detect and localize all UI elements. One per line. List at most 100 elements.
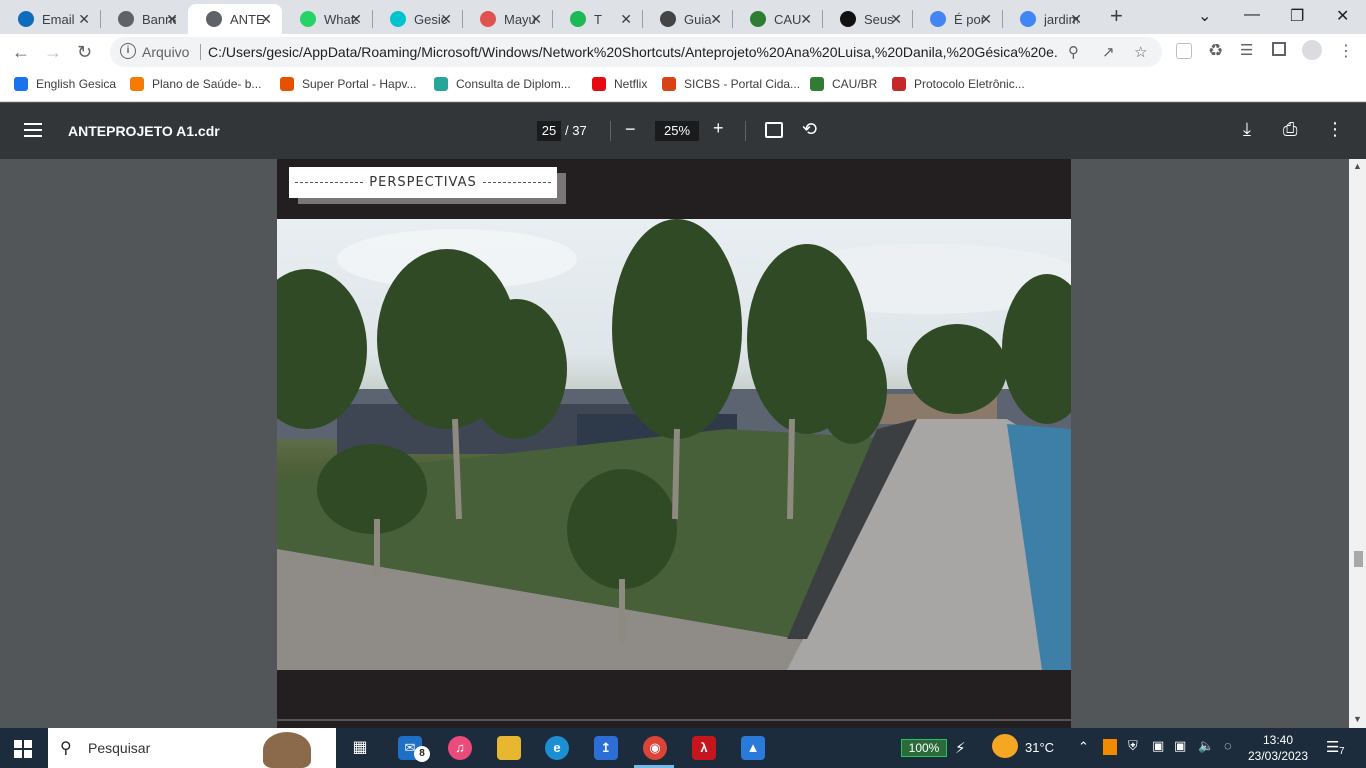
bookmark-item[interactable]: Super Portal - Hapv... [280,77,417,91]
print-icon[interactable]: ⎙ [1283,119,1297,140]
chrome-icon[interactable]: ◉ [643,736,667,760]
zoom-magnifier-icon[interactable]: ⚲ [1068,43,1079,61]
page-number-input[interactable]: 25 [537,121,561,141]
scroll-up-icon[interactable]: ▲ [1353,161,1362,171]
itunes-icon[interactable]: ♫ [448,736,472,760]
browser-tab[interactable]: Seus ✕ [822,4,912,34]
bookmark-item[interactable]: Netflix [592,77,647,91]
info-icon[interactable]: i [120,43,136,59]
share-icon[interactable]: ↗ [1102,43,1115,61]
show-hidden-icons-icon[interactable]: ⌃ [1078,739,1089,755]
bookmark-item[interactable]: Plano de Saúde- b... [130,77,261,91]
file-explorer-icon[interactable] [497,736,521,760]
vertical-scrollbar[interactable]: ▲ ▼ [1349,159,1366,728]
browser-tab[interactable]: Guia ✕ [642,4,732,34]
kebab-menu-icon[interactable]: ⋮ [1338,41,1354,61]
sketchup-icon[interactable]: ↥ [594,736,618,760]
close-window-icon[interactable]: ✕ [1336,6,1349,26]
bookmark-item[interactable]: CAU/BR [810,77,877,91]
browser-tab[interactable]: WhatsApp✕ [282,4,372,34]
bookmark-item[interactable]: Consulta de Diplom... [434,77,571,91]
power-plug-icon[interactable]: ⚡ [955,739,966,757]
new-tab-button[interactable]: + [1110,5,1130,27]
app-tray-icon[interactable] [1103,739,1117,755]
camera-icon[interactable]: ▣ [1152,738,1164,754]
hamburger-menu-icon[interactable] [24,123,42,137]
acrobat-icon[interactable]: λ [692,736,716,760]
browser-tab[interactable]: T ✕ [552,4,642,34]
system-clock[interactable]: 13:40 23/03/2023 [1244,732,1312,764]
bookmark-label: English Gesica [36,77,117,91]
maximize-icon[interactable]: ❐ [1290,6,1304,26]
close-tab-icon[interactable]: ✕ [710,11,722,28]
zoom-out-icon[interactable]: − [625,119,636,140]
forward-icon[interactable]: → [44,42,62,63]
zoom-in-icon[interactable]: + [713,118,724,139]
tab-search-icon[interactable]: ⌄ [1198,6,1211,26]
taskbar-search-box[interactable]: ⚲ Pesquisar [48,728,336,768]
bookmark-item[interactable]: SICBS - Portal Cida... [662,77,800,91]
more-actions-icon[interactable]: ⋮ [1326,119,1344,140]
wifi-icon[interactable]: ◌ [1224,738,1232,753]
close-tab-icon[interactable]: ✕ [440,11,452,28]
browser-tab[interactable]: CAU ✕ [732,4,822,34]
media-queue-icon[interactable]: ☰ [1240,41,1253,59]
close-tab-icon[interactable]: ✕ [260,11,272,28]
photos-icon[interactable]: ▲ [741,736,765,760]
bookmark-star-icon[interactable]: ☆ [1134,43,1147,61]
browser-tab[interactable]: Mayu ✕ [462,4,552,34]
bookmark-label: Consulta de Diplom... [456,77,571,91]
zoom-input[interactable]: 25% [655,121,699,141]
browser-tab[interactable]: É por ✕ [912,4,1002,34]
tab-title: Email [42,11,75,27]
dots-icon [892,77,906,91]
browser-tab[interactable]: Gesica✕ [372,4,462,34]
back-icon[interactable]: ← [12,42,30,63]
bookmark-label: SICBS - Portal Cida... [684,77,801,91]
download-icon[interactable]: ⤓ [1243,119,1251,140]
close-tab-icon[interactable]: ✕ [1070,11,1082,28]
task-view-icon[interactable]: ▦ [348,736,372,760]
notifications-icon[interactable]: ☰ [1326,738,1339,756]
browser-tab[interactable]: Banner✕ [100,4,188,34]
bookmark-label: Netflix [614,77,648,91]
weather-icon[interactable] [992,734,1018,758]
google-icon [1020,11,1036,27]
profile-avatar-icon[interactable] [1302,40,1322,60]
close-tab-icon[interactable]: ✕ [350,11,362,28]
fit-to-page-icon[interactable] [765,122,783,138]
temperature[interactable]: 31°C [1025,740,1054,755]
minimize-icon[interactable]: — [1244,6,1260,24]
search-icon: ⚲ [60,740,72,757]
side-panel-icon[interactable] [1272,42,1286,56]
close-tab-icon[interactable]: ✕ [890,11,902,28]
close-tab-icon[interactable]: ✕ [980,11,992,28]
search-placeholder: Pesquisar [88,740,151,756]
browser-tab[interactable]: ANTEPROJETO✕ [188,4,282,34]
close-tab-icon[interactable]: ✕ [166,11,178,28]
close-tab-icon[interactable]: ✕ [620,11,632,28]
puzzle-icon[interactable]: ♻ [1208,41,1223,61]
scroll-thumb[interactable] [1354,551,1363,567]
bookmark-item[interactable]: English Gesica [14,77,116,91]
battery-indicator[interactable]: 100% [901,739,947,757]
edge-icon[interactable]: e [545,736,569,760]
reload-icon[interactable]: ↻ [77,42,92,63]
address-bar[interactable]: i Arquivo C:/Users/gesic/AppData/Roaming… [110,37,1162,67]
bookmark-item[interactable]: Protocolo Eletrônic... [892,77,1025,91]
close-tab-icon[interactable]: ✕ [530,11,542,28]
windows-start-icon[interactable] [14,740,32,758]
scroll-down-icon[interactable]: ▼ [1353,714,1362,724]
url-text[interactable]: C:/Users/gesic/AppData/Roaming/Microsoft… [208,44,1058,60]
close-tab-icon[interactable]: ✕ [800,11,812,28]
browser-tab[interactable]: jardim ✕ [1002,4,1092,34]
close-tab-icon[interactable]: ✕ [78,11,90,28]
browser-tab[interactable]: Email ✕ [0,4,100,34]
pdf-page: PERSPECTIVAS [277,159,1071,719]
speaker-icon[interactable]: 🔈 [1198,738,1214,754]
extension-icon[interactable] [1176,43,1192,59]
security-shield-icon[interactable]: ⛨ [1128,738,1138,754]
pdf-document-area[interactable]: PERSPECTIVAS [0,159,1349,728]
rotate-icon[interactable]: ⟲ [802,119,817,140]
battery-tray-icon[interactable]: ▣ [1174,738,1186,754]
